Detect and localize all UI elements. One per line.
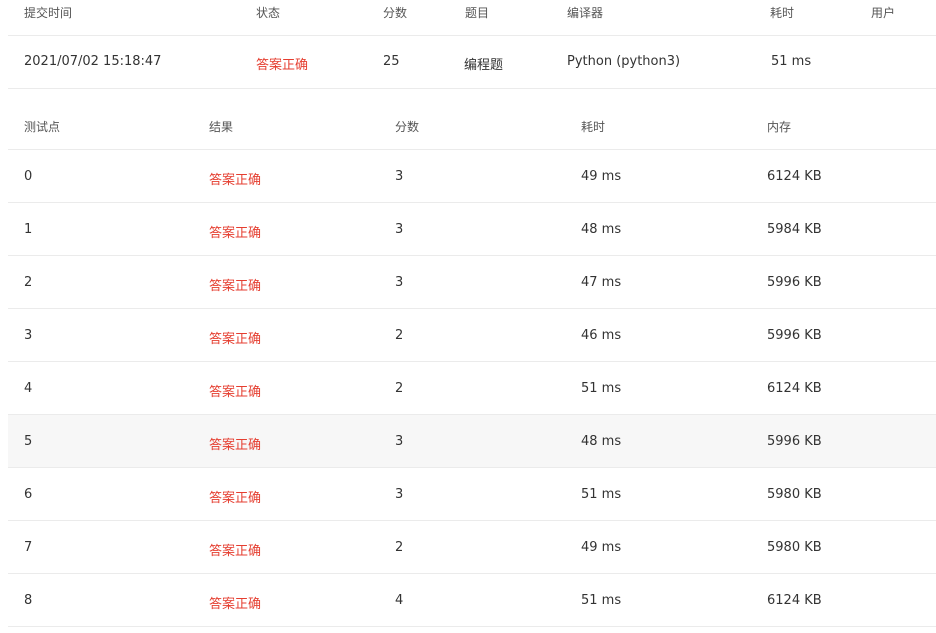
testcase-memory: 6124 KB [767, 381, 822, 396]
header-time: 耗时 [770, 6, 795, 20]
testcase-id: 7 [24, 540, 33, 555]
header-problem: 题目 [465, 6, 490, 20]
compiler-value: Python (python3) [567, 54, 681, 69]
testcase-time: 47 ms [581, 275, 622, 290]
testcase-result: 答案正确 [209, 491, 262, 506]
submit-time-value: 2021/07/02 15:18:47 [24, 54, 162, 69]
testcase-score: 3 [395, 275, 404, 290]
testcase-memory: 5996 KB [767, 275, 822, 290]
testcase-table-header: 测试点 结果 分数 耗时 内存 [8, 89, 936, 150]
submission-table-header: 提交时间 状态 分数 题目 编译器 耗时 用户 [8, 0, 936, 36]
testcase-id: 2 [24, 275, 33, 290]
testcase-id: 0 [24, 169, 33, 184]
testcase-row: 0 答案正确 3 49 ms 6124 KB [8, 150, 936, 203]
testcase-score: 2 [395, 381, 404, 396]
testcase-memory: 5996 KB [767, 328, 822, 343]
testcase-memory: 5980 KB [767, 540, 822, 555]
testcase-memory: 6124 KB [767, 593, 822, 608]
testcase-row: 1 答案正确 3 48 ms 5984 KB [8, 203, 936, 256]
header-testcase-time: 耗时 [581, 120, 606, 134]
testcase-score: 2 [395, 328, 404, 343]
testcase-id: 3 [24, 328, 33, 343]
header-testcase-score: 分数 [395, 120, 420, 134]
testcase-time: 48 ms [581, 434, 622, 449]
testcase-score: 3 [395, 169, 404, 184]
testcase-time: 49 ms [581, 169, 622, 184]
testcase-id: 5 [24, 434, 33, 449]
problem-link[interactable]: 编程题 [464, 54, 503, 73]
testcase-score: 3 [395, 434, 404, 449]
testcase-id: 4 [24, 381, 33, 396]
testcase-score: 4 [395, 593, 404, 608]
testcase-result: 答案正确 [209, 332, 262, 347]
testcase-result: 答案正确 [209, 438, 262, 453]
testcase-score: 2 [395, 540, 404, 555]
testcase-table-body: 0 答案正确 3 49 ms 6124 KB 1 答案正确 3 48 ms 59… [8, 150, 936, 627]
testcase-result: 答案正确 [209, 279, 262, 294]
time-value: 51 ms [771, 54, 812, 69]
testcase-row: 6 答案正确 3 51 ms 5980 KB [8, 468, 936, 521]
header-user: 用户 [871, 6, 896, 20]
testcase-time: 48 ms [581, 222, 622, 237]
header-submit-time: 提交时间 [24, 6, 73, 20]
testcase-id: 6 [24, 487, 33, 502]
testcase-row: 2 答案正确 3 47 ms 5996 KB [8, 256, 936, 309]
testcase-id: 8 [24, 593, 33, 608]
testcase-row: 4 答案正确 2 51 ms 6124 KB [8, 362, 936, 415]
testcase-row: 7 答案正确 2 49 ms 5980 KB [8, 521, 936, 574]
testcase-time: 46 ms [581, 328, 622, 343]
testcase-memory: 6124 KB [767, 169, 822, 184]
testcase-id: 1 [24, 222, 33, 237]
score-value: 25 [383, 54, 400, 69]
header-compiler: 编译器 [567, 6, 604, 20]
testcase-result: 答案正确 [209, 226, 262, 241]
testcase-result: 答案正确 [209, 597, 262, 612]
testcase-memory: 5996 KB [767, 434, 822, 449]
status-accepted: 答案正确 [256, 58, 309, 73]
testcase-result: 答案正确 [209, 173, 262, 188]
header-score: 分数 [383, 6, 408, 20]
testcase-result: 答案正确 [209, 385, 262, 400]
testcase-row: 8 答案正确 4 51 ms 6124 KB [8, 574, 936, 627]
header-testcase-id: 测试点 [24, 120, 61, 134]
testcase-result: 答案正确 [209, 544, 262, 559]
submission-row: 2021/07/02 15:18:47 答案正确 25 编程题 Python (… [8, 36, 936, 89]
testcase-row: 5 答案正确 3 48 ms 5996 KB [8, 415, 936, 468]
testcase-memory: 5980 KB [767, 487, 822, 502]
testcase-time: 49 ms [581, 540, 622, 555]
header-status: 状态 [256, 6, 281, 20]
header-result: 结果 [209, 120, 234, 134]
testcase-time: 51 ms [581, 487, 622, 502]
testcase-row: 3 答案正确 2 46 ms 5996 KB [8, 309, 936, 362]
submission-detail-page: 提交时间 状态 分数 题目 编译器 耗时 用户 2021/07/02 15:18… [0, 0, 936, 633]
header-memory: 内存 [767, 120, 792, 134]
testcase-score: 3 [395, 222, 404, 237]
testcase-score: 3 [395, 487, 404, 502]
testcase-time: 51 ms [581, 381, 622, 396]
testcase-memory: 5984 KB [767, 222, 822, 237]
testcase-time: 51 ms [581, 593, 622, 608]
